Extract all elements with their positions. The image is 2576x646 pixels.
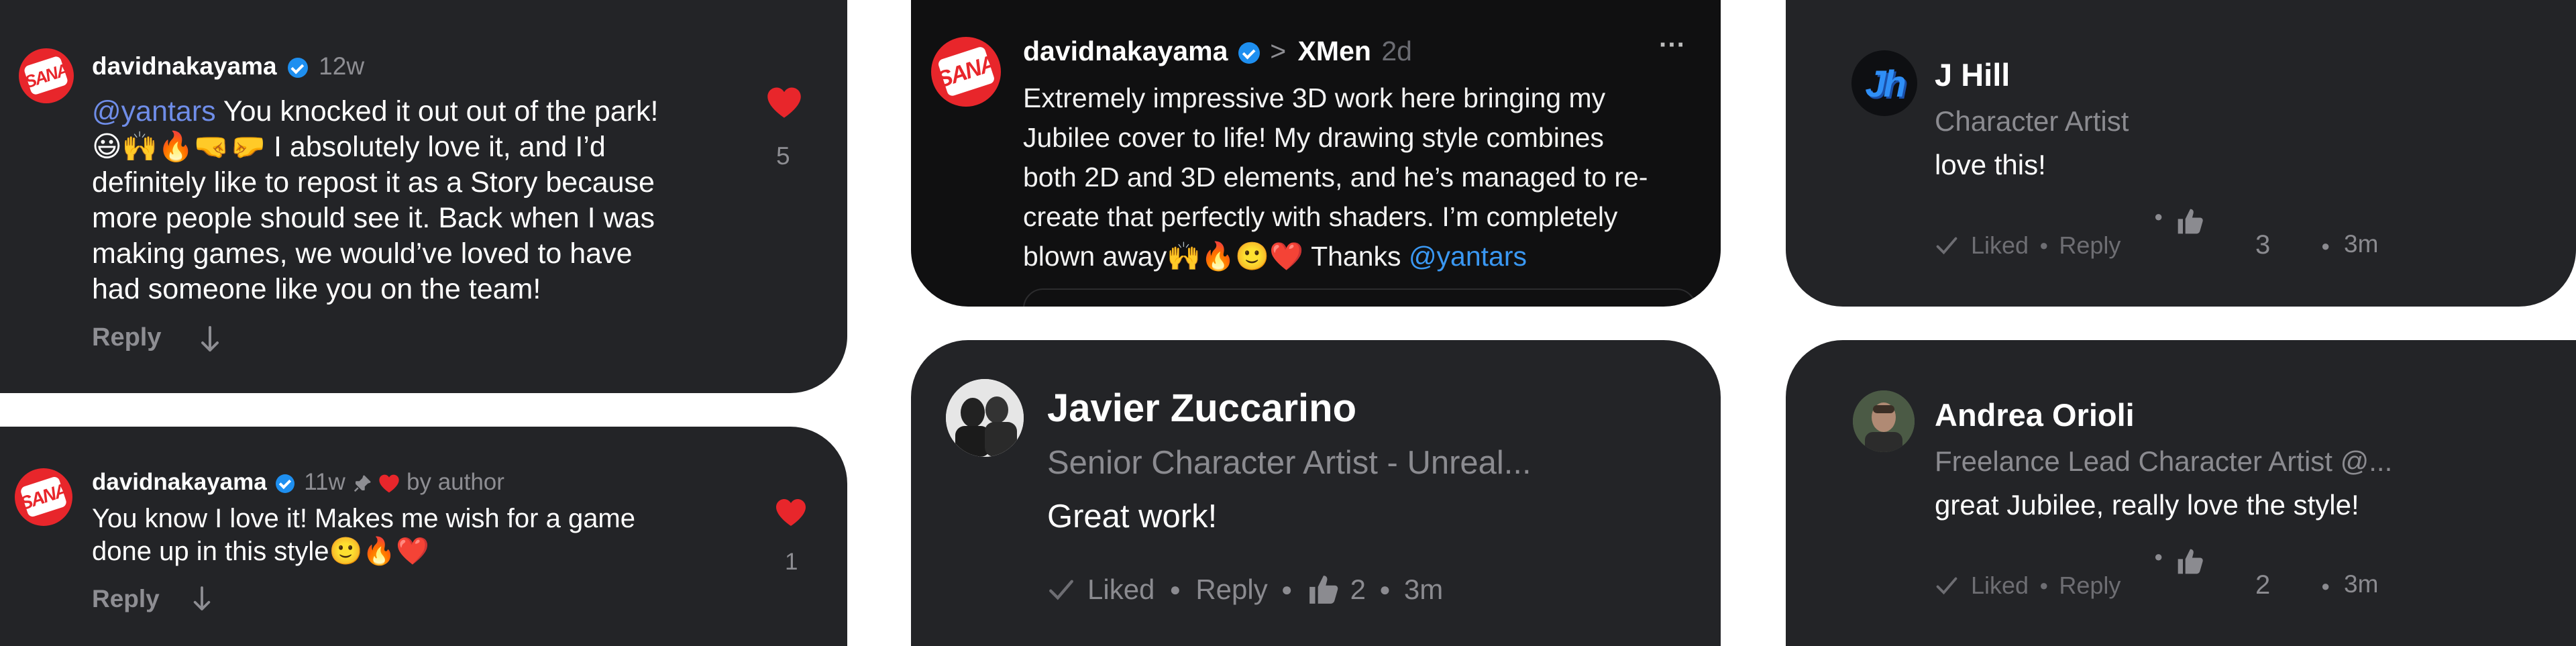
check-icon [1936, 577, 1957, 595]
mention-link[interactable]: @yantars [92, 95, 216, 127]
post-body: Extremely impressive 3D work here bringi… [1023, 83, 1648, 272]
avatar[interactable]: SANA [19, 48, 74, 103]
timestamp: 2d [1381, 36, 1412, 66]
author-title: Senior Character Artist - Unreal... [1047, 445, 1532, 481]
timestamp: 11w [304, 469, 345, 495]
pin-icon [354, 475, 371, 492]
heart-icon [379, 474, 399, 493]
author-name[interactable]: Andrea Orioli [1935, 396, 2135, 433]
avatar[interactable]: SANA [931, 37, 1001, 107]
reply-button[interactable]: Reply [92, 585, 160, 613]
check-icon [1936, 237, 1957, 255]
avatar[interactable] [946, 379, 1024, 457]
separator-dot: ● [2154, 208, 2163, 225]
avatar-logo-text: Jh [1865, 62, 1906, 105]
like-count: 2 [1350, 574, 1366, 605]
separator-dot: ● [2039, 577, 2049, 594]
liked-button[interactable]: Liked [1087, 570, 1155, 610]
reply-arrow-icon[interactable] [199, 325, 221, 354]
check-icon [1049, 580, 1073, 600]
avatar[interactable] [1853, 390, 1915, 452]
heart-icon[interactable] [775, 498, 807, 527]
comment-card-1: SANA davidnakayama 12w @yantars You knoc… [0, 0, 847, 393]
chevron-right-icon: > [1270, 36, 1287, 66]
by-author-label: by author [407, 469, 504, 495]
like-count: 3 [2255, 230, 2271, 260]
separator-dot: ● [2154, 548, 2163, 565]
author-title: Character Artist [1935, 105, 2129, 137]
comment-body: You know I love it! Makes me wish for a … [92, 504, 635, 566]
comment-text: great Jubilee, really love the style! [1935, 489, 2359, 521]
separator-dot: ● [1169, 579, 1181, 600]
reply-button[interactable]: Reply [92, 323, 161, 352]
post-card: SANA davidnakayama > XMen 2d ··· Extreme… [911, 0, 1721, 307]
separator-dot: ● [2321, 578, 2330, 594]
thumbs-up-icon[interactable] [2175, 547, 2206, 576]
username[interactable]: davidnakayama [92, 52, 277, 80]
username[interactable]: davidnakayama [92, 469, 267, 495]
username[interactable]: davidnakayama [1023, 36, 1228, 66]
thumbs-up-icon[interactable] [1306, 573, 1341, 606]
like-count: 5 [776, 142, 790, 170]
timestamp: 3m [2344, 570, 2379, 598]
verified-badge-icon [1238, 42, 1260, 64]
author-title: Freelance Lead Character Artist @... [1935, 445, 2393, 477]
reply-button[interactable]: Reply [1195, 570, 1267, 610]
thumbs-up-icon[interactable] [2175, 207, 2206, 236]
attachment-preview[interactable] [1023, 288, 1697, 307]
comment-text: love this! [1935, 149, 2046, 180]
avatar[interactable]: SANA [15, 468, 72, 526]
liked-button[interactable]: Liked [1971, 566, 2029, 606]
author-name[interactable]: J Hill [1935, 56, 2010, 93]
comment-card-jhill: Jh J Hill Character Artist love this! Li… [1786, 0, 2576, 307]
timestamp: 12w [319, 52, 365, 80]
comment-text: Great work! [1047, 498, 1218, 535]
comment-card-javier: Javier Zuccarino Senior Character Artist… [911, 340, 1721, 646]
separator-dot: ● [2321, 237, 2330, 254]
reply-button[interactable]: Reply [2059, 225, 2121, 266]
like-count: 2 [2255, 570, 2271, 600]
mention-link[interactable]: @yantars [1409, 241, 1527, 272]
separator-dot: ● [1281, 579, 1293, 600]
like-count: 1 [785, 549, 798, 575]
heart-icon[interactable] [766, 86, 802, 119]
reply-button[interactable]: Reply [2059, 566, 2121, 606]
comment-body: @yantars You knocked it out out of the p… [92, 95, 659, 305]
verified-badge-icon [276, 474, 295, 493]
comment-card-andrea: Andrea Orioli Freelance Lead Character A… [1786, 340, 2576, 646]
verified-badge-icon [287, 58, 308, 78]
liked-button[interactable]: Liked [1971, 225, 2029, 266]
timestamp: 3m [1403, 574, 1444, 605]
separator-dot: ● [2039, 237, 2049, 254]
author-name[interactable]: Javier Zuccarino [1047, 386, 1356, 431]
reply-arrow-icon[interactable] [191, 585, 213, 613]
more-icon[interactable]: ··· [1659, 30, 1686, 60]
separator-dot: ● [1379, 579, 1391, 600]
comment-card-2: SANA davidnakayama 11w by author You kno… [0, 427, 847, 646]
timestamp: 3m [2344, 230, 2379, 258]
avatar[interactable]: Jh [1851, 50, 1917, 116]
group-name[interactable]: XMen [1298, 36, 1371, 66]
